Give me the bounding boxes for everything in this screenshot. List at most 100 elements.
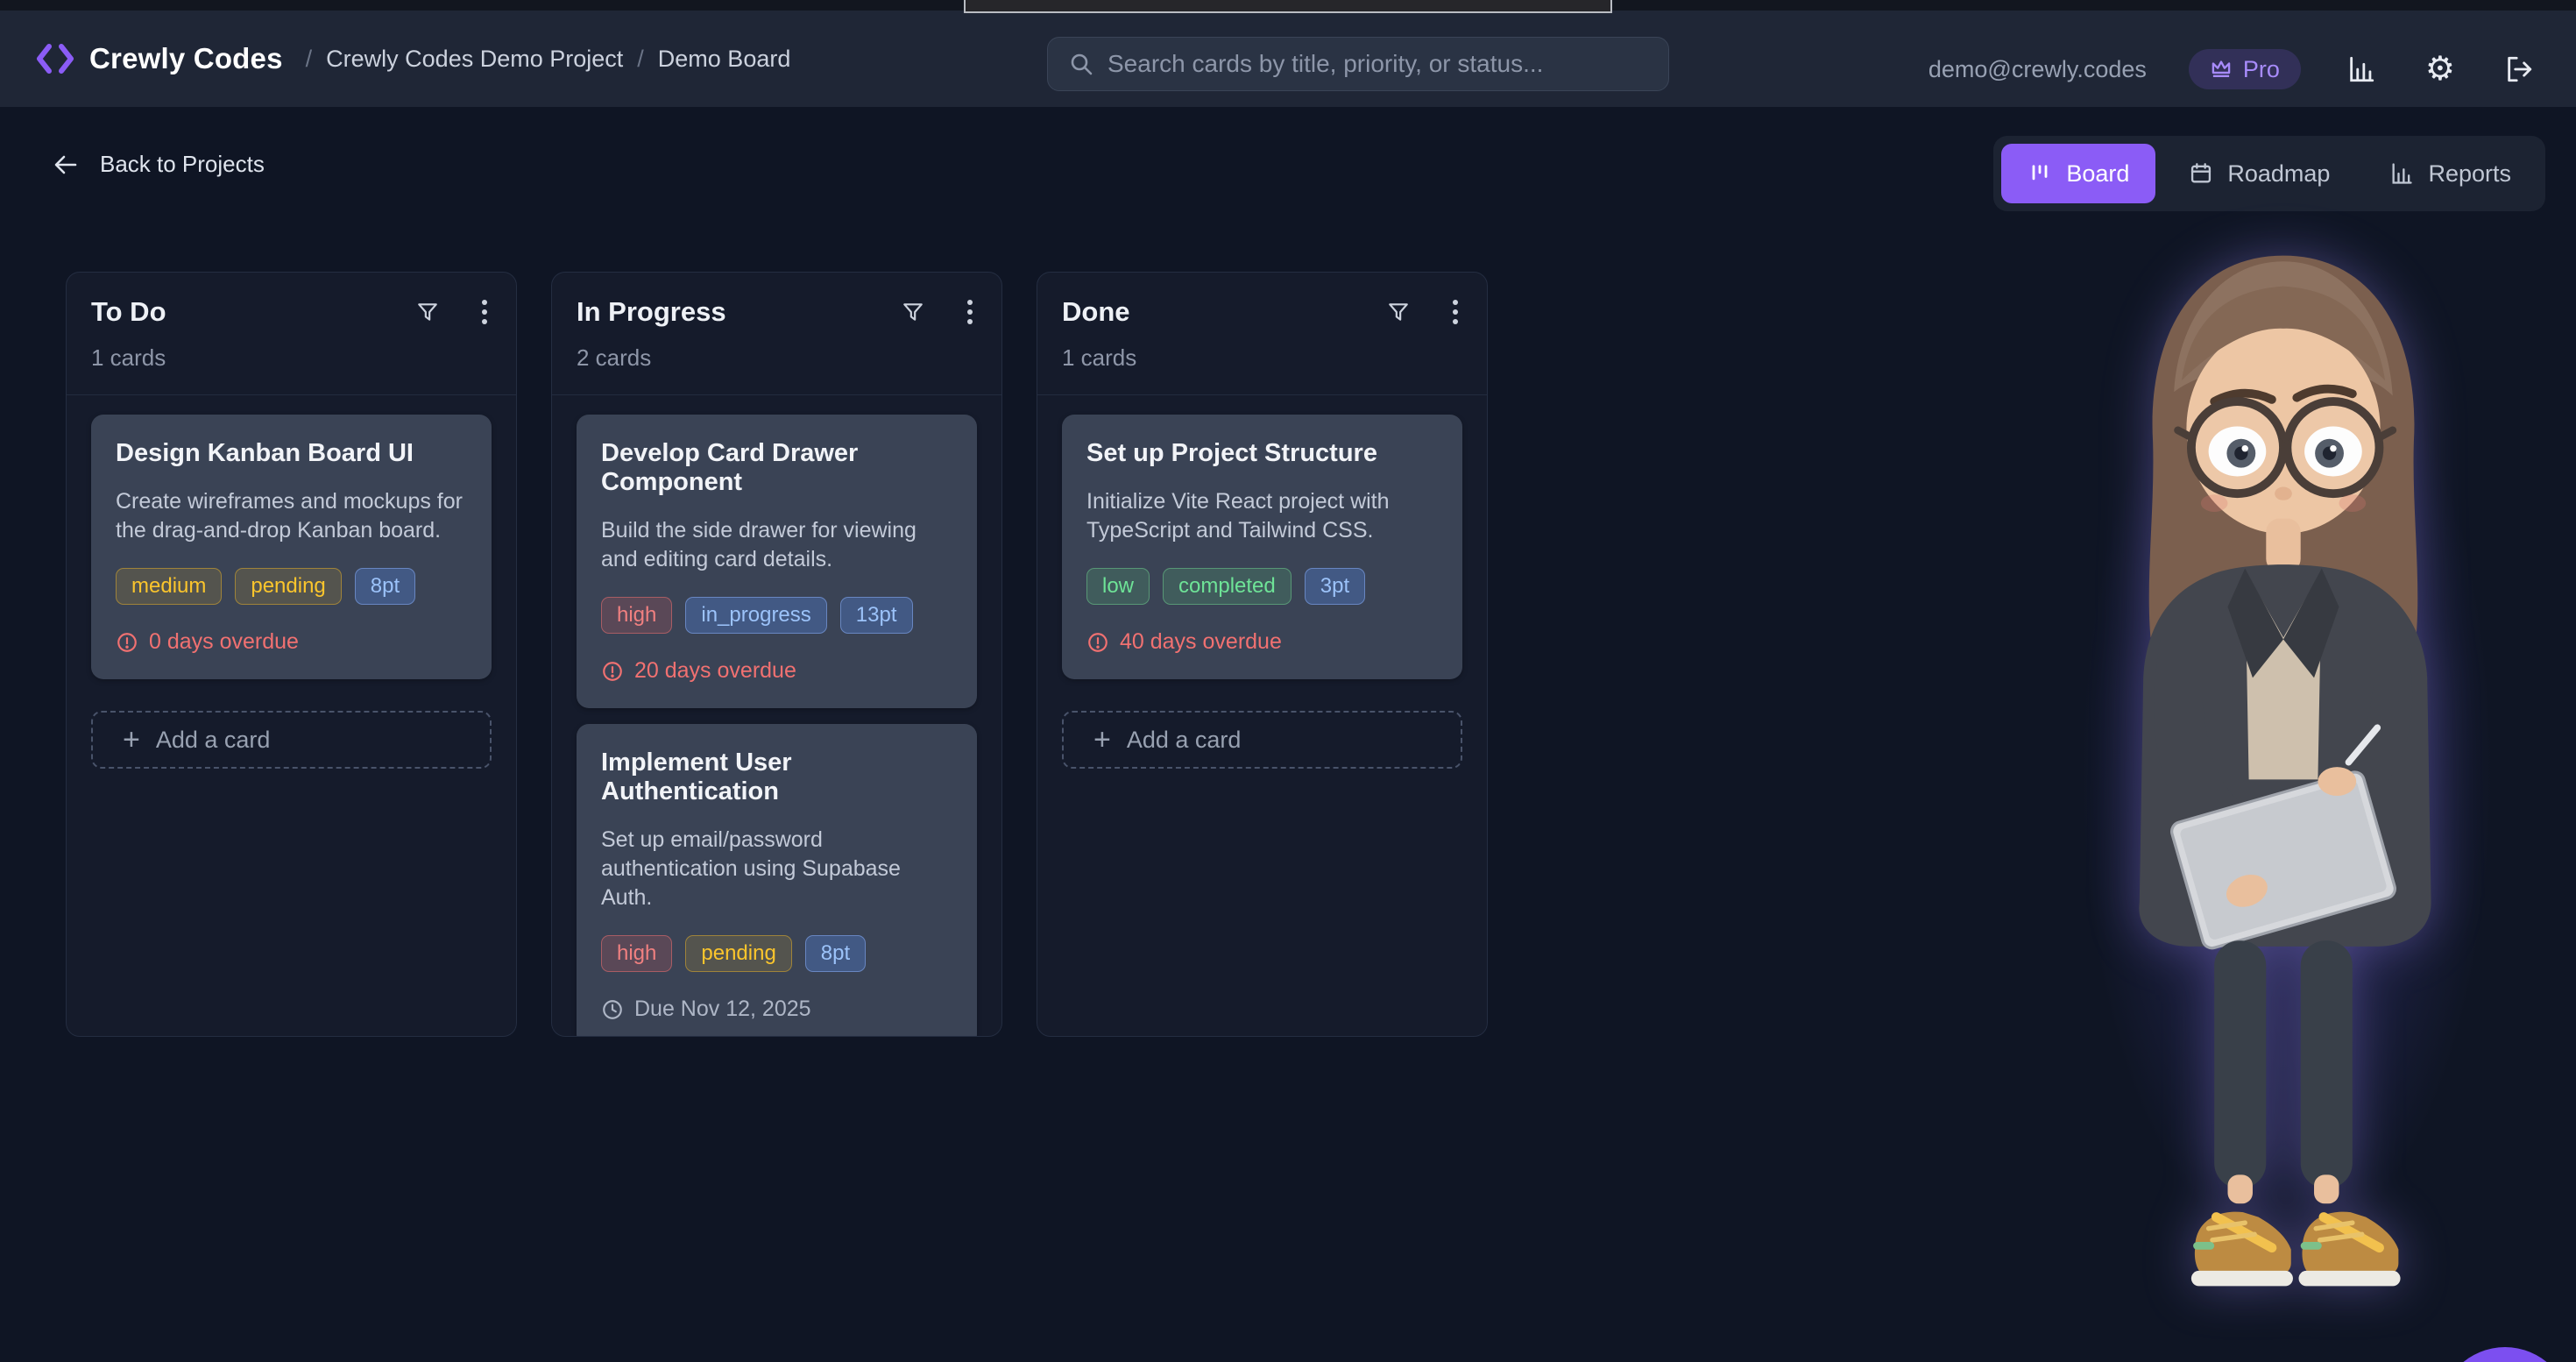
gear-icon: ⚙: [2425, 53, 2455, 86]
kebab-vertical-icon: [966, 299, 973, 325]
breadcrumb-separator: /: [306, 46, 313, 73]
breadcrumb-project[interactable]: Crewly Codes Demo Project: [326, 46, 623, 73]
funnel-icon: [416, 301, 439, 323]
card-set-up-project-structure[interactable]: Set up Project Structure Initialize Vite…: [1062, 415, 1462, 679]
column-in-progress: In Progress: [551, 272, 1002, 1037]
tab-board[interactable]: Board: [2001, 144, 2155, 203]
analytics-button[interactable]: [2343, 51, 2380, 88]
card-tags: medium pending 8pt: [116, 568, 467, 605]
tag-points: 8pt: [355, 568, 415, 605]
card-tags: low completed 3pt: [1086, 568, 1438, 605]
tag-status: pending: [235, 568, 341, 605]
header-right: demo@crewly.codes Pro ⚙: [1928, 21, 2537, 117]
column-header: In Progress: [552, 273, 1001, 395]
card-description: Build the side drawer for viewing and ed…: [601, 516, 952, 574]
tab-reports-label: Reports: [2428, 160, 2511, 188]
view-tabs: Board Roadmap Reports: [1993, 136, 2545, 211]
crown-icon: [2210, 59, 2233, 80]
arrow-left-icon: [53, 153, 79, 176]
card-due-status: 40 days overdue: [1086, 629, 1438, 655]
tag-points: 13pt: [840, 597, 913, 634]
add-card-button[interactable]: + Add a card: [91, 711, 492, 769]
card-due-text: 0 days overdue: [149, 629, 299, 655]
funnel-icon: [902, 301, 924, 323]
breadcrumb: / Crewly Codes Demo Project / Demo Board: [306, 46, 791, 73]
card-description: Initialize Vite React project with TypeS…: [1086, 487, 1438, 545]
bar-chart-icon: [2346, 54, 2376, 84]
card-due-status: 0 days overdue: [116, 629, 467, 655]
alert-circle-icon: [1086, 631, 1109, 654]
column-header: To Do: [67, 273, 516, 395]
tag-priority: low: [1086, 568, 1150, 605]
tab-reports[interactable]: Reports: [2363, 144, 2537, 203]
column-title: In Progress: [577, 296, 898, 328]
tag-priority: medium: [116, 568, 222, 605]
card-due-text: Due Nov 12, 2025: [634, 997, 811, 1022]
app-header: Crewly Codes / Crewly Codes Demo Project…: [0, 11, 2576, 107]
board-view: Back to Projects Board Roadmap: [0, 107, 2576, 1362]
card-design-kanban-board-ui[interactable]: Design Kanban Board UI Create wireframes…: [91, 415, 492, 679]
search-input[interactable]: [1108, 50, 1647, 78]
tag-status: pending: [685, 935, 791, 972]
breadcrumb-board[interactable]: Demo Board: [658, 46, 791, 73]
column-header: Done: [1037, 273, 1487, 395]
clock-icon: [601, 998, 624, 1021]
tab-roadmap[interactable]: Roadmap: [2162, 144, 2356, 203]
calendar-icon: [2189, 161, 2213, 186]
alert-circle-icon: [116, 631, 138, 654]
card-due-text: 20 days overdue: [634, 658, 796, 684]
search-icon: [1069, 52, 1093, 76]
column-filter-button[interactable]: [1384, 297, 1413, 327]
tag-status: in_progress: [685, 597, 826, 634]
column-filter-button[interactable]: [898, 297, 928, 327]
column-menu-button[interactable]: [1448, 295, 1462, 329]
back-to-projects-label: Back to Projects: [100, 151, 265, 178]
column-menu-button[interactable]: [963, 295, 977, 329]
card-title: Design Kanban Board UI: [116, 439, 467, 468]
card-tags: high in_progress 13pt: [601, 597, 952, 634]
kanban-columns: To Do: [66, 272, 1488, 1037]
column-done: Done: [1037, 272, 1488, 1037]
plus-icon: +: [123, 725, 140, 755]
kebab-vertical-icon: [1452, 299, 1459, 325]
tag-points: 8pt: [805, 935, 866, 972]
back-to-projects-button[interactable]: Back to Projects: [53, 151, 265, 178]
tag-points: 3pt: [1305, 568, 1365, 605]
breadcrumb-separator: /: [637, 46, 644, 73]
bar-chart-icon: [2389, 161, 2414, 186]
tag-priority: high: [601, 935, 672, 972]
card-due-text: 40 days overdue: [1120, 629, 1282, 655]
card-tags: high pending 8pt: [601, 935, 952, 972]
brand[interactable]: Crewly Codes: [35, 42, 283, 75]
plus-icon: +: [1093, 725, 1111, 755]
add-card-label: Add a card: [156, 727, 271, 754]
card-description: Create wireframes and mockups for the dr…: [116, 487, 467, 545]
kebab-vertical-icon: [481, 299, 488, 325]
tab-board-label: Board: [2066, 160, 2129, 188]
funnel-icon: [1387, 301, 1410, 323]
settings-button[interactable]: ⚙: [2422, 49, 2459, 89]
search-bar[interactable]: [1047, 37, 1669, 91]
chat-fab-button[interactable]: [2439, 1347, 2571, 1362]
tab-roadmap-label: Roadmap: [2227, 160, 2330, 188]
column-card-count: 1 cards: [91, 344, 492, 372]
logout-icon: [2504, 54, 2534, 84]
pro-badge[interactable]: Pro: [2189, 49, 2301, 89]
column-todo: To Do: [66, 272, 517, 1037]
logout-button[interactable]: [2501, 51, 2537, 88]
column-filter-button[interactable]: [413, 297, 442, 327]
card-develop-card-drawer[interactable]: Develop Card Drawer Component Build the …: [577, 415, 977, 708]
browser-dialog-sliver: [964, 0, 1612, 13]
column-title: Done: [1062, 296, 1384, 328]
card-title: Implement User Authentication: [601, 748, 952, 806]
user-email: demo@crewly.codes: [1928, 56, 2147, 83]
add-card-button[interactable]: + Add a card: [1062, 711, 1462, 769]
tag-status: completed: [1163, 568, 1292, 605]
card-title: Set up Project Structure: [1086, 439, 1438, 468]
card-due-status: Due Nov 12, 2025: [601, 997, 952, 1022]
alert-circle-icon: [601, 660, 624, 683]
column-menu-button[interactable]: [478, 295, 492, 329]
code-brackets-icon: [35, 42, 75, 75]
kanban-icon: [2028, 161, 2052, 186]
card-implement-user-auth[interactable]: Implement User Authentication Set up ema…: [577, 724, 977, 1037]
